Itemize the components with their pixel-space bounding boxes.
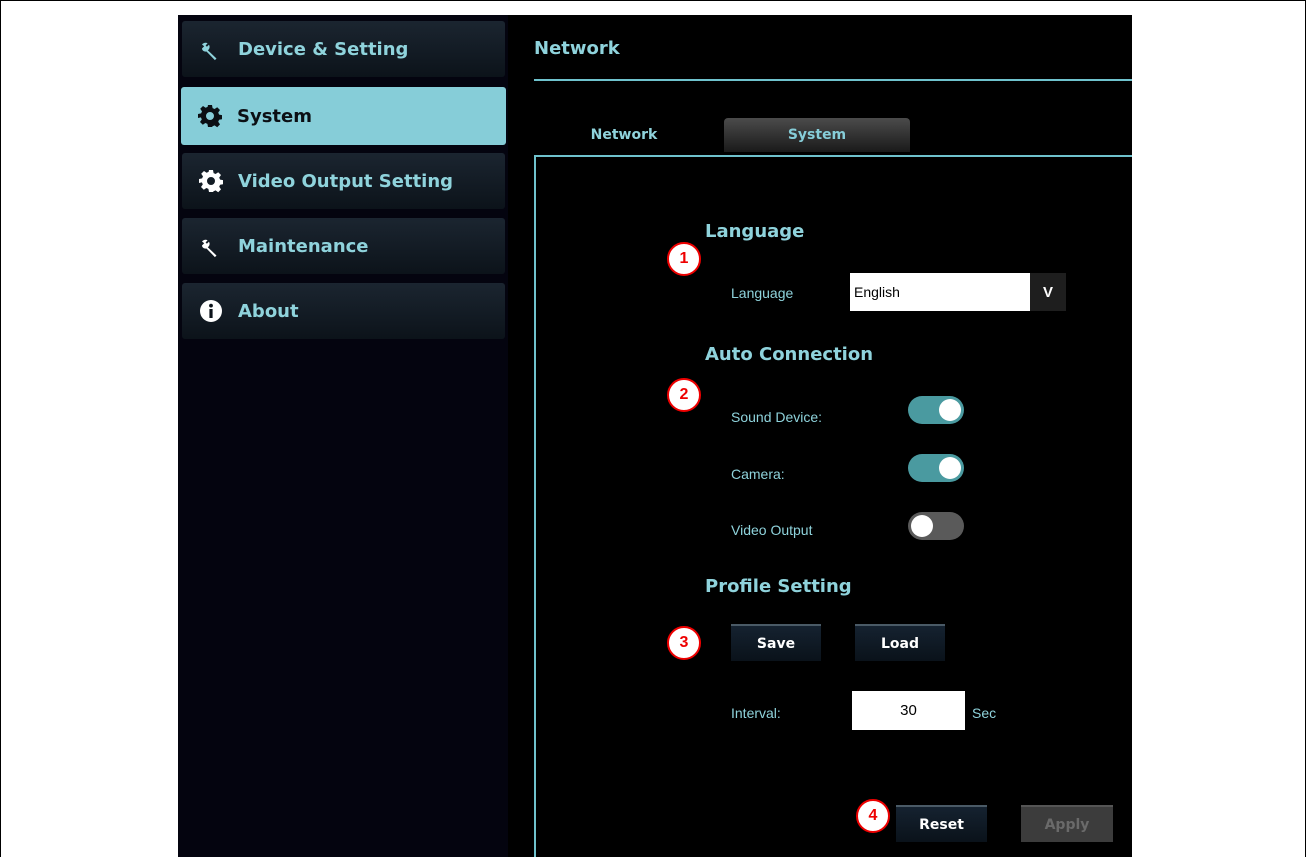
toggle-knob — [939, 457, 961, 479]
language-section-title: Language — [705, 221, 805, 242]
auto-connection-section-title: Auto Connection — [705, 344, 874, 365]
annotation-marker-4: 4 — [856, 799, 890, 833]
page-title: Network — [534, 38, 620, 59]
gear-icon — [196, 166, 226, 196]
language-select[interactable]: English V — [850, 273, 1066, 311]
sidebar-item-about[interactable]: About — [182, 283, 505, 339]
app-window: Device & Setting System Video Output Set… — [178, 15, 1132, 857]
sidebar-item-maintenance[interactable]: Maintenance — [182, 218, 505, 274]
interval-unit: Sec — [972, 705, 997, 721]
gear-icon — [195, 101, 225, 131]
tab-system[interactable]: System — [724, 118, 910, 152]
profile-setting-section-title: Profile Setting — [705, 576, 852, 597]
sidebar: Device & Setting System Video Output Set… — [178, 15, 508, 857]
sound-device-label: Sound Device: — [731, 409, 823, 425]
sidebar-item-label: About — [238, 300, 299, 322]
camera-label: Camera: — [731, 466, 785, 482]
reset-button[interactable]: Reset — [896, 805, 987, 842]
language-select-value: English — [854, 284, 900, 300]
camera-toggle[interactable] — [908, 454, 964, 482]
tab-network[interactable]: Network — [554, 118, 694, 152]
main-content: Network Network System Language 1 Langua… — [534, 15, 1132, 857]
sidebar-item-label: System — [237, 105, 312, 127]
toggle-knob — [939, 399, 961, 421]
settings-panel — [534, 155, 1132, 857]
annotation-marker-2: 2 — [667, 378, 701, 412]
video-output-toggle[interactable] — [908, 512, 964, 540]
info-icon — [196, 296, 226, 326]
sidebar-item-label: Video Output Setting — [238, 170, 454, 192]
annotation-marker-3: 3 — [667, 626, 701, 660]
sidebar-item-label: Maintenance — [238, 235, 369, 257]
video-output-label: Video Output — [731, 522, 813, 538]
sound-device-toggle[interactable] — [908, 396, 964, 424]
title-divider — [534, 79, 1132, 81]
apply-button[interactable]: Apply — [1021, 805, 1113, 842]
chevron-down-icon[interactable]: V — [1030, 273, 1066, 311]
toggle-knob — [911, 515, 933, 537]
load-button[interactable]: Load — [855, 624, 945, 661]
interval-input[interactable] — [852, 691, 965, 730]
sidebar-item-device-setting[interactable]: Device & Setting — [182, 21, 505, 77]
wrench-icon — [196, 34, 226, 64]
interval-label: Interval: — [731, 705, 781, 721]
language-label: Language — [731, 285, 794, 301]
sidebar-item-video-output-setting[interactable]: Video Output Setting — [182, 153, 505, 209]
sidebar-item-label: Device & Setting — [238, 38, 409, 60]
wrench-icon — [196, 231, 226, 261]
sidebar-item-system[interactable]: System — [181, 87, 506, 145]
annotation-marker-1: 1 — [667, 242, 701, 276]
save-button[interactable]: Save — [731, 624, 821, 661]
